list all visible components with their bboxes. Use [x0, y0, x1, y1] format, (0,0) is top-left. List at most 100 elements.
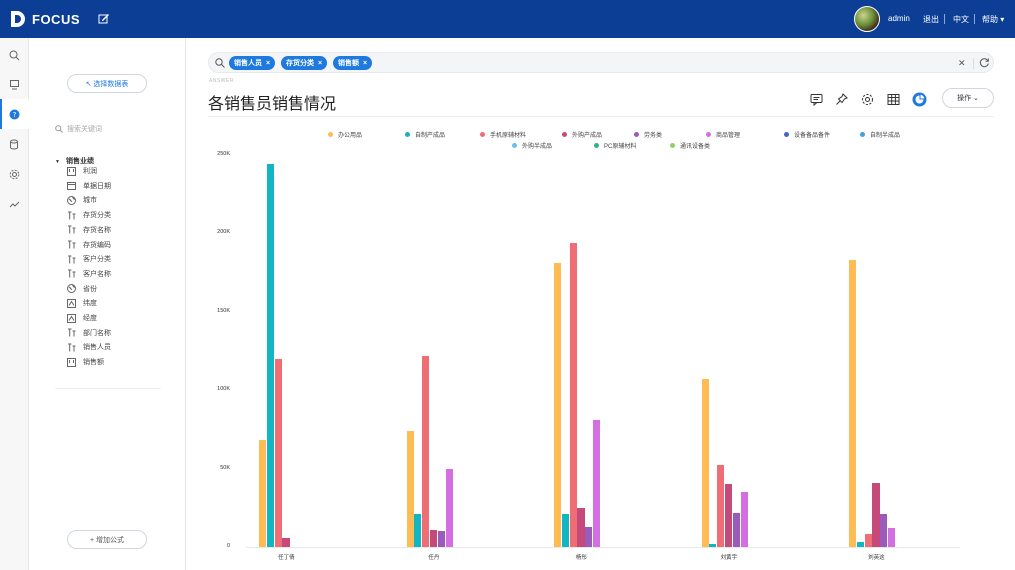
field-label: 销售人员 [83, 344, 111, 352]
refresh-icon[interactable] [979, 57, 990, 68]
field-search-input[interactable]: 搜索关键词 [55, 122, 163, 136]
search-icon[interactable] [0, 40, 29, 70]
y-tick-label: 0 [226, 543, 230, 549]
legend-item[interactable]: 商品管理 [706, 130, 740, 139]
operations-dropdown[interactable]: 操作 ⌄ [942, 88, 994, 108]
bar[interactable] [429, 529, 438, 547]
field-item[interactable]: 单据日期 [67, 180, 111, 192]
bar[interactable] [422, 355, 430, 547]
bar[interactable] [732, 512, 740, 547]
legend-item[interactable]: 通讯设备类 [670, 141, 710, 150]
bar[interactable] [445, 468, 453, 547]
bar[interactable] [569, 242, 577, 547]
field-item[interactable]: 存货分类 [67, 209, 111, 221]
bar[interactable] [849, 260, 857, 547]
user-avatar[interactable] [854, 6, 880, 32]
legend-item[interactable]: 自制产成品 [405, 130, 445, 139]
legend-swatch [634, 132, 639, 137]
comment-icon[interactable] [808, 91, 824, 107]
bar[interactable] [872, 482, 880, 547]
bar[interactable] [880, 514, 888, 547]
legend-item[interactable]: 办公用品 [328, 130, 362, 139]
chart-legend: 办公用品 自制产成品 手机原辅材料 外购产成品 劳务类 商品管理 设备备品备件 自制半成品外购… [208, 122, 994, 152]
bar[interactable] [593, 419, 601, 547]
close-icon[interactable]: × [266, 60, 270, 67]
bar[interactable] [888, 528, 896, 547]
legend-label: 外购半成品 [522, 144, 553, 150]
y-tick-label: 150K [217, 307, 230, 314]
bar[interactable] [282, 537, 290, 547]
pin-icon[interactable] [833, 91, 849, 107]
field-item[interactable]: 存货编码 [67, 239, 111, 251]
bar[interactable] [414, 514, 422, 547]
bar[interactable] [585, 526, 593, 547]
field-item[interactable]: 客户名称 [67, 268, 111, 280]
bar[interactable] [561, 514, 569, 547]
field-label: 单据日期 [83, 182, 111, 190]
select-table-button[interactable]: ↖ 选择数据表 [67, 74, 147, 93]
bar[interactable] [554, 263, 562, 547]
legend-item[interactable]: 手机原辅材料 [480, 130, 526, 139]
logo[interactable]: FOCUS [10, 10, 80, 28]
language-link[interactable]: 中文 [953, 14, 969, 25]
field-item[interactable]: 部门名称 [67, 327, 111, 339]
chart-type-icon[interactable] [911, 91, 927, 107]
field-item[interactable]: 城市 [67, 194, 97, 206]
field-item[interactable]: 销售人员 [67, 341, 111, 353]
question-icon[interactable]: ? [0, 99, 29, 129]
bar[interactable] [406, 430, 414, 547]
bar-chart: 办公用品 自制产成品 手机原辅材料 外购产成品 劳务类 商品管理 设备备品备件 自制半成品外购… [208, 122, 994, 562]
field-label: 存货编码 [83, 241, 111, 249]
bar[interactable] [740, 492, 748, 547]
help-link[interactable]: 帮助 ▾ [982, 14, 1004, 25]
bar[interactable] [709, 543, 717, 547]
field-item[interactable]: 客户分类 [67, 253, 111, 265]
add-formula-button[interactable]: + 增加公式 [67, 530, 147, 549]
bar[interactable] [717, 465, 725, 547]
table-name: 销售业绩 [65, 158, 94, 165]
bar[interactable] [577, 507, 585, 547]
field-label: 纬度 [83, 300, 97, 308]
bar[interactable] [701, 379, 709, 547]
query-chip[interactable]: 销售额 × [333, 56, 373, 70]
field-item[interactable]: 纬度 [67, 297, 97, 309]
table-icon[interactable] [885, 91, 901, 107]
trend-icon[interactable] [0, 189, 29, 219]
chip-label: 存货分类 [286, 60, 314, 67]
close-icon[interactable]: × [318, 60, 322, 67]
settings-icon[interactable] [0, 159, 29, 189]
logout-link[interactable]: 退出 [923, 14, 939, 25]
query-chip[interactable]: 存货分类 × [281, 56, 328, 70]
field-item[interactable]: 利润 [67, 165, 97, 177]
edit-icon[interactable] [98, 13, 110, 25]
data-icon[interactable] [0, 129, 29, 159]
query-bar[interactable]: 销售人员 × 存货分类 × 销售额 × ✕ [208, 52, 994, 73]
x-tick-label: 任丹 [428, 555, 440, 561]
field-item[interactable]: 存货名称 [67, 224, 111, 236]
field-item[interactable]: 销售额 [67, 356, 104, 368]
user-name[interactable]: admin [888, 14, 910, 23]
legend-label: 办公用品 [338, 133, 363, 139]
field-item[interactable]: 省份 [67, 283, 97, 295]
bar[interactable] [856, 542, 864, 547]
close-icon[interactable]: × [363, 60, 367, 67]
legend-item[interactable]: PC原辅材料 [594, 141, 636, 150]
bar[interactable] [266, 164, 274, 547]
legend-label: 手机原辅材料 [490, 133, 527, 139]
bar[interactable] [259, 440, 267, 547]
legend-item[interactable]: 设备备品备件 [784, 130, 830, 139]
bar[interactable] [274, 358, 282, 547]
legend-item[interactable]: 外购半成品 [512, 141, 552, 150]
settings-icon[interactable] [859, 91, 875, 107]
query-chip[interactable]: 销售人员 × [229, 56, 276, 70]
bar[interactable] [864, 534, 872, 547]
dimension-icon [67, 240, 76, 249]
legend-item[interactable]: 外购产成品 [562, 130, 602, 139]
legend-item[interactable]: 劳务类 [634, 130, 662, 139]
board-icon[interactable] [0, 69, 29, 99]
field-item[interactable]: 经度 [67, 312, 97, 324]
bar[interactable] [437, 531, 445, 547]
bar[interactable] [724, 484, 733, 547]
clear-icon[interactable]: ✕ [958, 58, 966, 69]
legend-item[interactable]: 自制半成品 [860, 130, 900, 139]
